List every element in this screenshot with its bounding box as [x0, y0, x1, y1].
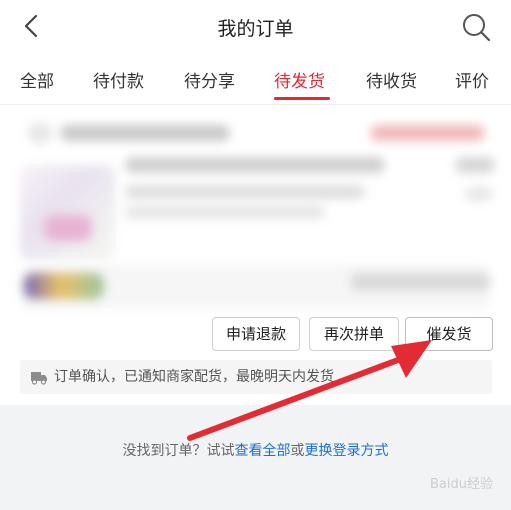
tab-pending-receipt[interactable]: 待收货: [366, 67, 417, 92]
order-card: 申请退款 再次拼单 催发货 订单确认，已通知商家配货，最晚明天内发货: [0, 105, 511, 405]
tab-pending-share[interactable]: 待分享: [184, 67, 235, 92]
group-avatars-blurred: [24, 273, 104, 299]
baidu-watermark: Baidu经验: [430, 477, 493, 492]
page-title: 我的订单: [217, 18, 294, 40]
urge-shipment-button[interactable]: 催发货: [405, 317, 493, 351]
empty-tip: 没找到订单？试试查看全部或更换登录方式: [0, 440, 511, 460]
truck-icon: [31, 372, 47, 385]
empty-tip-or: 或: [290, 443, 305, 459]
product-spec-blurred: [125, 185, 365, 199]
empty-tip-prefix: 没找到订单？试试: [122, 443, 235, 459]
search-icon[interactable]: [461, 12, 491, 42]
switch-login-link[interactable]: 更换登录方式: [305, 443, 389, 459]
product-price-blurred: [455, 157, 495, 173]
product-image-blurred[interactable]: [20, 165, 115, 260]
regroup-button[interactable]: 再次拼单: [309, 317, 399, 351]
product-title-blurred: [125, 157, 385, 173]
order-status-blurred: [370, 125, 485, 141]
tab-review[interactable]: 评价: [455, 67, 489, 92]
product-desc-blurred: [125, 205, 325, 219]
tab-all[interactable]: 全部: [20, 67, 54, 92]
shop-name-blurred: [60, 125, 230, 141]
order-total-blurred: [350, 273, 490, 291]
tab-pending-payment[interactable]: 待付款: [93, 67, 144, 92]
top-bar: 我的订单: [0, 0, 511, 53]
view-all-link[interactable]: 查看全部: [235, 443, 291, 459]
notice-text: 订单确认，已通知商家配货，最晚明天内发货: [54, 369, 334, 385]
shop-icon: [28, 123, 52, 143]
product-quantity-blurred: [465, 187, 493, 201]
active-tab-indicator: [274, 97, 330, 100]
shipment-notice: 订单确认，已通知商家配货，最晚明天内发货: [20, 360, 492, 394]
product-image-detail-blurred: [44, 215, 92, 241]
apply-refund-button[interactable]: 申请退款: [212, 317, 300, 351]
tab-pending-shipment[interactable]: 待发货: [274, 67, 325, 92]
order-status-tabs: 全部 待付款 待分享 待发货 待收货 评价: [0, 52, 511, 105]
